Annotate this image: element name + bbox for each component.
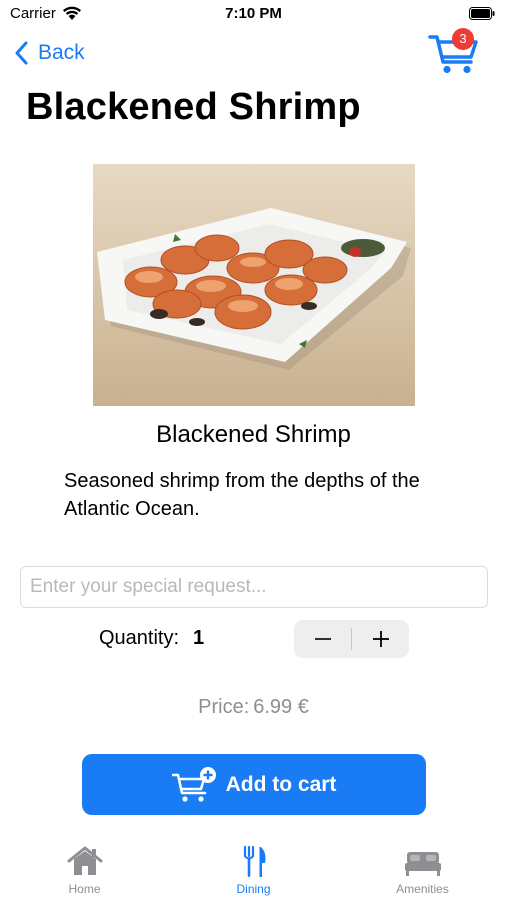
add-to-cart-label: Add to cart [225, 772, 337, 796]
special-request-input[interactable] [20, 566, 488, 608]
minus-icon [314, 638, 331, 640]
add-to-cart-button[interactable]: Add to cart [82, 754, 426, 815]
page-title: Blackened Shrimp [26, 86, 361, 128]
plus-icon [372, 631, 389, 647]
cart-add-icon [171, 766, 216, 802]
tab-dining[interactable]: Dining [169, 838, 338, 900]
status-bar: Carrier 7:10 PM [0, 0, 507, 28]
quantity-value: 1 [193, 627, 205, 649]
cart-button[interactable]: 3 [428, 28, 480, 76]
tab-home[interactable]: Home [0, 838, 169, 900]
tab-dining-label: Dining [236, 882, 271, 896]
bed-icon [404, 852, 441, 876]
shrimp-plate-image [93, 164, 415, 406]
back-label: Back [38, 41, 85, 64]
dish-photo [93, 164, 415, 406]
chevron-left-icon [15, 41, 28, 65]
price-value: 6.99 € [253, 696, 309, 718]
quantity-stepper [294, 620, 409, 658]
tab-amenities-label: Amenities [396, 882, 449, 896]
tab-amenities[interactable]: Amenities [338, 838, 507, 900]
quantity-label: Quantity: [99, 627, 180, 649]
increment-button[interactable] [352, 620, 409, 658]
cart-count-badge: 3 [452, 28, 474, 50]
fork-knife-icon [243, 845, 265, 877]
item-description: Seasoned shrimp from the depths of the A… [64, 470, 420, 520]
status-time: 7:10 PM [225, 5, 282, 22]
home-icon [67, 846, 102, 875]
price-label: Price: [198, 696, 250, 718]
tab-bar: Home Dining Amenities [0, 838, 507, 900]
item-name: Blackened Shrimp [156, 421, 351, 448]
decrement-button[interactable] [294, 620, 351, 658]
battery-icon [469, 7, 495, 20]
back-button[interactable]: Back [14, 38, 85, 68]
price-line: Price: 6.99 € [0, 696, 507, 719]
tab-home-label: Home [68, 882, 101, 896]
